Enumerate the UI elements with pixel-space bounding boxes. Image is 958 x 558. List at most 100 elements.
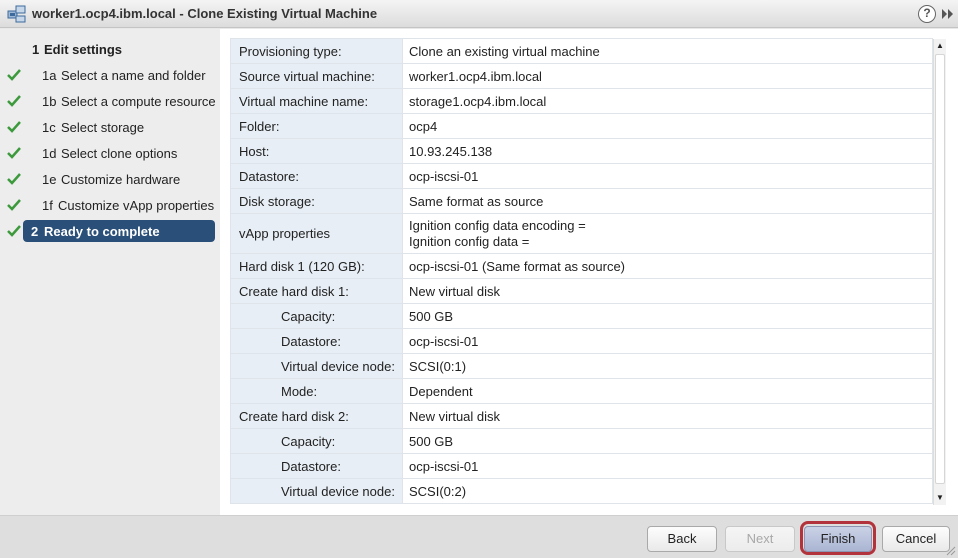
checkmark-icon — [7, 69, 21, 81]
double-chevron-right-icon[interactable] — [941, 7, 955, 21]
step-number: 1d — [42, 146, 57, 161]
table-row: Source virtual machine: worker1.ocp4.ibm.… — [230, 63, 933, 89]
title-bar: worker1.ocp4.ibm.local - Clone Existing … — [0, 0, 958, 28]
step-number: 1b — [42, 94, 57, 109]
summary-key: Host: — [230, 138, 403, 164]
vapp-property-encoding: Ignition config data encoding = — [409, 217, 586, 233]
summary-panel: Provisioning type: Clone an existing virt… — [220, 29, 958, 515]
summary-key: Capacity: — [230, 303, 403, 329]
scroll-up-arrow-icon[interactable]: ▲ — [934, 39, 946, 53]
summary-key: Folder: — [230, 113, 403, 139]
step-number: 1f — [42, 198, 53, 213]
scrollbar-thumb[interactable] — [935, 54, 945, 484]
window-title: worker1.ocp4.ibm.local - Clone Existing … — [32, 6, 378, 21]
table-row: Capacity: 500 GB — [230, 303, 933, 329]
step-select-name-folder[interactable]: 1a Select a name and folder — [0, 64, 220, 86]
table-row: Folder: ocp4 — [230, 113, 933, 139]
step-number: 1 — [32, 42, 40, 57]
summary-value: ocp-iscsi-01 (Same format as source) — [402, 253, 933, 279]
summary-value: 500 GB — [402, 303, 933, 329]
next-button[interactable]: Next — [725, 526, 795, 552]
table-row: Datastore: ocp-iscsi-01 — [230, 328, 933, 354]
checkmark-icon — [7, 147, 21, 159]
table-row: Capacity: 500 GB — [230, 428, 933, 454]
summary-key: Virtual device node: — [230, 353, 403, 379]
summary-value: storage1.ocp4.ibm.local — [402, 88, 933, 114]
step-customize-hardware[interactable]: 1e Customize hardware — [0, 168, 220, 190]
scroll-down-arrow-icon[interactable]: ▼ — [934, 491, 946, 505]
step-number: 1a — [42, 68, 57, 83]
finish-button[interactable]: Finish — [804, 526, 872, 552]
summary-key: Virtual device node: — [230, 478, 403, 504]
checkmark-icon — [7, 225, 21, 237]
table-row: Datastore: ocp-iscsi-01 — [230, 453, 933, 479]
table-row: Hard disk 1 (120 GB): ocp-iscsi-01 (Same … — [230, 253, 933, 279]
summary-key: Hard disk 1 (120 GB): — [230, 253, 403, 279]
step-label: Ready to complete — [44, 224, 160, 239]
summary-table: Provisioning type: Clone an existing virt… — [230, 38, 933, 504]
summary-key: Provisioning type: — [230, 38, 403, 64]
step-select-compute-resource[interactable]: 1b Select a compute resource — [0, 90, 220, 112]
table-row: Create hard disk 2: New virtual disk — [230, 403, 933, 429]
summary-table-viewport: Provisioning type: Clone an existing virt… — [230, 38, 933, 516]
step-number: 2 — [31, 224, 39, 239]
summary-value: ocp-iscsi-01 — [402, 328, 933, 354]
step-label: Select a name and folder — [61, 68, 206, 83]
summary-value: Dependent — [402, 378, 933, 404]
wizard-steps: 1 Edit settings 1a Select a name and fol… — [0, 29, 220, 515]
summary-value: SCSI(0:1) — [402, 353, 933, 379]
step-select-clone-options[interactable]: 1d Select clone options — [0, 142, 220, 164]
summary-value: Same format as source — [402, 188, 933, 214]
help-icon[interactable]: ? — [918, 5, 936, 23]
summary-value: New virtual disk — [402, 403, 933, 429]
vertical-scrollbar[interactable]: ▲ ▼ — [933, 39, 946, 505]
summary-value: Clone an existing virtual machine — [402, 38, 933, 64]
step-label: Customize hardware — [61, 172, 181, 187]
step-edit-settings[interactable]: 1 Edit settings — [0, 38, 220, 60]
table-row: Provisioning type: Clone an existing virt… — [230, 38, 933, 64]
summary-key: Datastore: — [230, 453, 403, 479]
step-label: Edit settings — [44, 42, 123, 57]
summary-key: Datastore: — [230, 328, 403, 354]
summary-value: 500 GB — [402, 428, 933, 454]
summary-key: Create hard disk 1: — [230, 278, 403, 304]
summary-key: vApp properties — [230, 213, 403, 254]
summary-value: ocp-iscsi-01 — [402, 453, 933, 479]
wizard-footer: Back Next Finish Cancel — [0, 515, 958, 558]
summary-value: New virtual disk — [402, 278, 933, 304]
cancel-button[interactable]: Cancel — [882, 526, 950, 552]
summary-value: ocp-iscsi-01 — [402, 163, 933, 189]
table-row: vApp properties Ignition config data enc… — [230, 213, 933, 254]
table-row: Disk storage: Same format as source — [230, 188, 933, 214]
table-row: Virtual machine name: storage1.ocp4.ibm.l… — [230, 88, 933, 114]
step-number: 1c — [42, 120, 56, 135]
summary-value: Ignition config data encoding = Ignition… — [402, 213, 933, 254]
step-label: Customize vApp properties — [58, 198, 215, 213]
checkmark-icon — [7, 199, 21, 211]
step-ready-to-complete[interactable]: 2 Ready to complete — [0, 220, 220, 242]
resize-grip-icon[interactable] — [946, 546, 956, 556]
table-row: Virtual device node: SCSI(0:1) — [230, 353, 933, 379]
step-customize-vapp-properties[interactable]: 1f Customize vApp properties — [0, 194, 220, 216]
table-row: Create hard disk 1: New virtual disk — [230, 278, 933, 304]
summary-key: Datastore: — [230, 163, 403, 189]
summary-key: Source virtual machine: — [230, 63, 403, 89]
summary-value: worker1.ocp4.ibm.local — [402, 63, 933, 89]
vapp-property-data: Ignition config data = — [409, 233, 530, 249]
back-button[interactable]: Back — [647, 526, 717, 552]
summary-value: ocp4 — [402, 113, 933, 139]
step-select-storage[interactable]: 1c Select storage — [0, 116, 220, 138]
summary-key: Disk storage: — [230, 188, 403, 214]
summary-value: 10.93.245.138 — [402, 138, 933, 164]
table-row: Mode: Dependent — [230, 378, 933, 404]
table-row: Host: 10.93.245.138 — [230, 138, 933, 164]
summary-key: Virtual machine name: — [230, 88, 403, 114]
vm-clone-icon — [7, 5, 26, 23]
step-label: Select a compute resource — [61, 94, 216, 109]
checkmark-icon — [7, 121, 21, 133]
summary-key: Mode: — [230, 378, 403, 404]
step-label: Select storage — [61, 120, 145, 135]
step-label: Select clone options — [61, 146, 178, 161]
summary-key: Capacity: — [230, 428, 403, 454]
table-row: Virtual device node: SCSI(0:2) — [230, 478, 933, 504]
